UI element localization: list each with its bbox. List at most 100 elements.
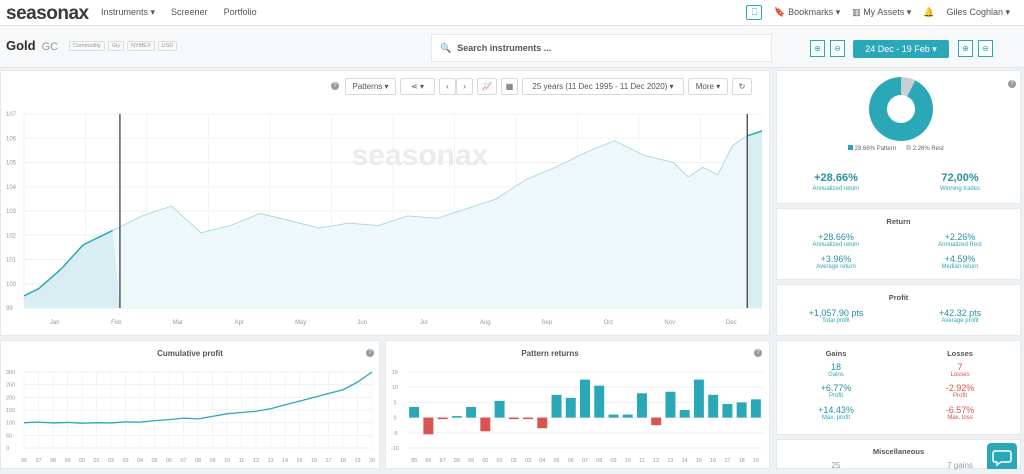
x-tick-label: Aug — [480, 320, 491, 326]
x-tick-label: 13 — [667, 458, 673, 464]
return-bar — [693, 379, 704, 418]
return-bar — [608, 414, 619, 418]
x-tick-label: 08 — [195, 458, 201, 464]
x-tick-label: Jun — [357, 320, 367, 326]
x-tick-label: 11 — [639, 458, 645, 464]
pattern-returns-chart[interactable]: 15 10 5 0 -5 -10 95 96 97 98 99 00 01 02 03 04 05 06 07 08 0… — [385, 362, 770, 469]
x-tick-label: 19 — [354, 458, 360, 464]
tag-currency: USD — [157, 41, 178, 51]
user-nav: ⎕ 🔖 Bookmarks ▾ ▥ My Assets ▾ 🔔 Giles Co… — [746, 5, 1010, 20]
help-icon[interactable]: ? — [1008, 80, 1016, 88]
return-rest-value: +2.26% — [944, 232, 976, 242]
max-loss-label: Max. loss — [947, 415, 973, 421]
chat-button[interactable] — [987, 443, 1017, 469]
logo[interactable]: seasonax — [6, 3, 89, 25]
legend-pattern: 28.66% Pattern — [848, 145, 896, 152]
bookmarks-menu[interactable]: 🔖 Bookmarks ▾ — [774, 7, 840, 18]
pattern-area-fill — [24, 230, 120, 308]
x-tick-label: 16 — [311, 458, 317, 464]
y-tick-label: 107 — [6, 112, 17, 118]
calendar-button[interactable]: ▦ — [501, 78, 518, 95]
y-tick-label: 200 — [6, 395, 15, 401]
pattern-returns-title: Pattern returns — [521, 349, 579, 358]
x-tick-label: 00 — [482, 458, 488, 464]
bell-icon[interactable]: 🔔 — [923, 7, 934, 18]
x-tick-label: 98 — [50, 458, 56, 464]
return-bar — [409, 406, 420, 418]
legend-rest-label: 2.26% Rest — [912, 146, 944, 152]
y-tick-label: 104 — [6, 185, 17, 191]
period-dropdown[interactable]: 25 years (11 Dec 1995 - 11 Dec 2020) ▾ — [522, 78, 684, 95]
return-bar — [580, 379, 590, 418]
x-tick-label: 07 — [582, 458, 588, 464]
x-tick-label: 17 — [325, 458, 331, 464]
x-tick-label: 03 — [525, 458, 531, 464]
gains-count-label: Gains — [828, 372, 844, 378]
losses-profit-value: -2.92% — [945, 383, 975, 393]
chart-toolbar: Patterns ▾ ⋖ ▾ ‹ › 📈 ▦ 25 years (11 Dec … — [345, 78, 752, 95]
user-menu[interactable]: Giles Coghlan ▾ — [946, 7, 1010, 18]
tag-category: Gly — [107, 41, 125, 51]
return-bar — [736, 402, 747, 418]
total-profit-value: +1,057.90 pts — [808, 308, 864, 318]
nav-instruments[interactable]: Instruments ▾ — [101, 7, 155, 18]
reset-button[interactable]: ↻ — [732, 78, 752, 95]
return-bar — [423, 417, 434, 435]
nav-portfolio[interactable]: Portfolio — [224, 7, 257, 18]
x-tick-label: 09 — [610, 458, 616, 464]
y-tick-label: 150 — [6, 408, 15, 414]
zoom-out-right-icon[interactable]: ⊖ — [978, 40, 993, 57]
x-tick-label: 99 — [468, 458, 474, 464]
zoom-in-left-icon[interactable]: ⊕ — [810, 40, 825, 57]
y-tick-label: 99 — [6, 306, 13, 312]
search-icon: 🔍 — [440, 42, 452, 53]
y-tick-label: 100 — [6, 282, 17, 288]
share-button[interactable]: ⋖ ▾ — [400, 78, 435, 95]
return-median-value: +4.59% — [944, 254, 976, 264]
return-bar — [523, 417, 534, 420]
next-button[interactable]: › — [456, 78, 473, 95]
pie-legend: 28.66% Pattern 2.26% Rest — [848, 145, 944, 152]
x-tick-label: Apr — [235, 320, 244, 326]
date-range-button[interactable]: 24 Dec - 19 Feb ▾ — [853, 40, 949, 58]
return-bar — [636, 393, 647, 418]
losses-profit-label: Profit — [952, 393, 967, 399]
zoom-in-right-icon[interactable]: ⊕ — [958, 40, 973, 57]
help-icon[interactable]: ? — [331, 82, 339, 90]
search-input[interactable]: 🔍 Search instruments ... — [431, 34, 772, 62]
bookmark-add-icon[interactable]: ⎕ — [746, 5, 763, 20]
help-icon[interactable]: ? — [366, 349, 374, 357]
patterns-dropdown[interactable]: Patterns ▾ — [345, 78, 396, 95]
x-tick-label: 11 — [239, 458, 245, 464]
pattern-pie-chart[interactable] — [866, 74, 936, 144]
x-tick-label: 96 — [21, 458, 27, 464]
instrument-title: Gold GC — [6, 38, 58, 53]
help-icon[interactable]: ? — [754, 349, 762, 357]
x-tick-label: 10 — [224, 458, 230, 464]
x-tick-label: 18 — [739, 458, 745, 464]
y-tick-label: 0 — [6, 446, 9, 452]
x-tick-label: 06 — [166, 458, 172, 464]
y-tick-label: 102 — [6, 233, 17, 239]
my-assets-menu[interactable]: ▥ My Assets ▾ — [852, 7, 911, 18]
cumulative-profit-title: Cumulative profit — [157, 349, 223, 358]
return-bar — [665, 391, 676, 418]
x-tick-label: 19 — [753, 458, 759, 464]
x-tick-label: 02 — [511, 458, 517, 464]
prev-button[interactable]: ‹ — [439, 78, 456, 95]
return-annualized-value: +28.66% — [818, 232, 854, 242]
line-chart-button[interactable]: 📈 — [477, 78, 497, 95]
legend-pattern-swatch — [848, 145, 853, 150]
nav-screener[interactable]: Screener — [171, 7, 208, 18]
average-profit-label: Average profit — [941, 318, 979, 324]
zoom-out-left-icon[interactable]: ⊖ — [830, 40, 845, 57]
more-dropdown[interactable]: More ▾ — [688, 78, 728, 95]
x-tick-label: Jan — [50, 320, 60, 326]
cumulative-profit-chart[interactable]: 300 250 200 150 100 50 0 96 97 98 99 00 01 02 03 04 05 06… — [0, 362, 380, 469]
seasonal-line-chart[interactable]: 107 106 105 104 103 102 101 100 99 Jan Feb Mar Apr Ma… — [0, 100, 770, 332]
losses-count-label: Losses — [950, 372, 970, 378]
return-title: Return — [886, 217, 911, 226]
x-tick-label: 02 — [108, 458, 114, 464]
x-tick-label: 98 — [454, 458, 460, 464]
x-tick-label: 14 — [682, 458, 688, 464]
